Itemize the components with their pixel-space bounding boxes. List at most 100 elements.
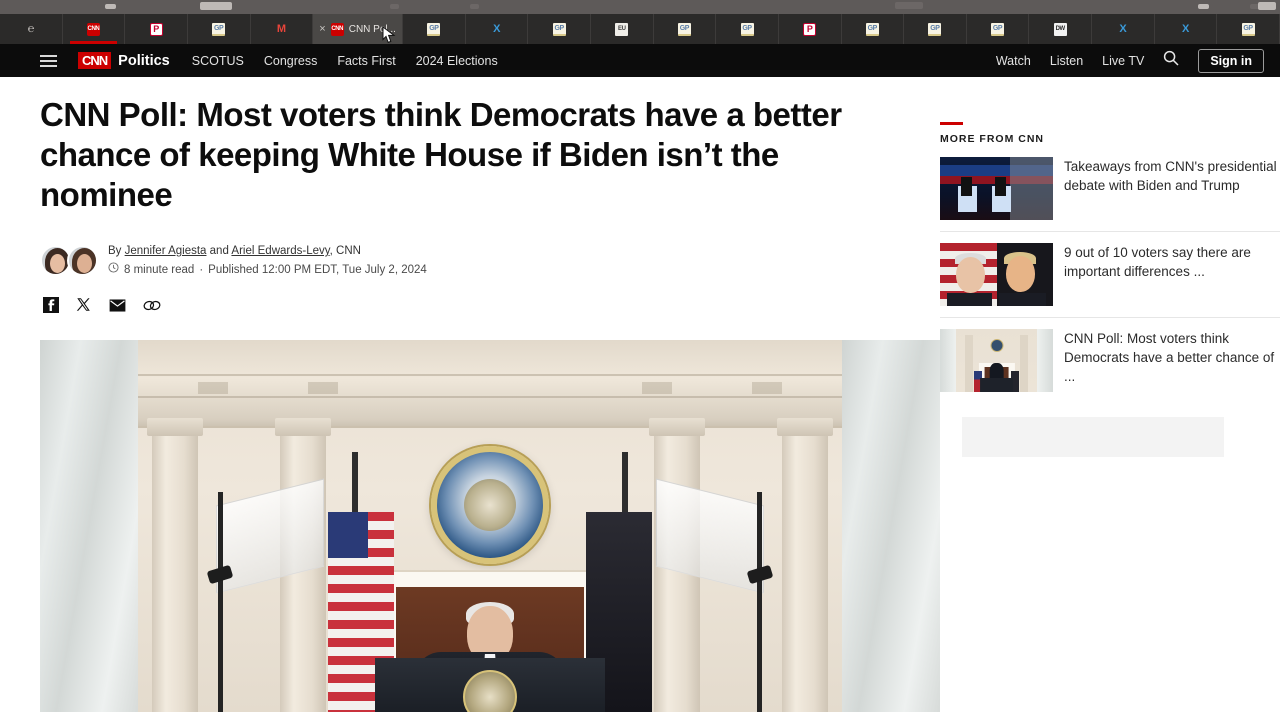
nav-item-congress[interactable]: Congress xyxy=(264,54,318,68)
sidebar-section-title: MORE FROM CNN xyxy=(940,133,1044,145)
document-icon: GP xyxy=(740,22,754,36)
nav-item-live-tv[interactable]: Live TV xyxy=(1102,54,1144,68)
tab-strip[interactable]: ℮ CNN P GP M × CNN CNN Pol... GP X GP EU GP GP P GP GP GP… xyxy=(0,14,1280,44)
toolbar-glyph xyxy=(200,2,232,10)
tab-title: CNN Pol... xyxy=(348,23,396,35)
nav-item-listen[interactable]: Listen xyxy=(1050,54,1083,68)
cnn-logo-link[interactable]: CNN Politics xyxy=(78,52,170,69)
more-from-cnn-item[interactable]: Takeaways from CNN's presidential debate… xyxy=(940,157,1280,231)
biden-podium-thumbnail xyxy=(940,329,1053,392)
byline-conjunction: and xyxy=(206,245,232,257)
hero-image xyxy=(40,340,940,712)
cnn-logo: CNN xyxy=(78,52,112,69)
x-twitter-icon: X xyxy=(1119,22,1127,35)
article-column: CNN Poll: Most voters think Democrats ha… xyxy=(0,95,940,720)
nav-item-facts-first[interactable]: Facts First xyxy=(337,54,395,68)
document-icon: GP xyxy=(677,22,691,36)
cnn-icon: CNN xyxy=(330,22,344,36)
x-twitter-icon: X xyxy=(493,22,501,35)
browser-tab[interactable]: GP xyxy=(904,14,967,44)
more-from-cnn-headline: Takeaways from CNN's presidential debate… xyxy=(1064,159,1277,193)
cnn-icon: CNN xyxy=(86,22,100,36)
section-accent-bar xyxy=(940,122,963,125)
email-icon[interactable] xyxy=(109,298,126,317)
more-from-cnn-headline: CNN Poll: Most voters think Democrats ha… xyxy=(1064,331,1275,384)
avatar xyxy=(67,245,98,276)
page-title: CNN Poll: Most voters think Democrats ha… xyxy=(40,96,842,213)
document-icon: GP xyxy=(212,22,226,36)
byline-block: By Jennifer Agiesta and Ariel Edwards-Le… xyxy=(108,243,427,278)
author-link-1[interactable]: Jennifer Agiesta xyxy=(125,245,207,257)
author-link-2[interactable]: Ariel Edwards-Levy xyxy=(231,245,329,257)
more-from-cnn-item[interactable]: 9 out of 10 voters say there are importa… xyxy=(940,231,1280,317)
edge-icon: ℮ xyxy=(27,22,35,35)
document-icon: GP xyxy=(427,22,441,36)
toolbar-glyph xyxy=(1198,4,1209,9)
close-icon[interactable]: × xyxy=(319,23,325,35)
presidential-seal xyxy=(431,446,549,564)
mediaite-icon: M xyxy=(276,22,286,35)
browser-tab[interactable]: P xyxy=(125,14,188,44)
browser-tab[interactable]: X xyxy=(465,14,529,44)
browser-toolbar-strip xyxy=(0,0,1280,14)
more-from-cnn-sidebar: MORE FROM CNN Takeaways from CNN's presi… xyxy=(940,95,1280,720)
byline-authors: By Jennifer Agiesta and Ariel Edwards-Le… xyxy=(108,243,427,259)
toolbar-glyph xyxy=(1258,2,1276,10)
browser-tab[interactable]: M xyxy=(250,14,314,44)
toolbar-glyph xyxy=(895,2,923,9)
browser-tab[interactable]: GP xyxy=(1217,14,1280,44)
politico-icon: P xyxy=(803,22,817,36)
nav-item-watch[interactable]: Watch xyxy=(996,54,1031,68)
dw-icon: DW xyxy=(1053,22,1067,36)
browser-tab[interactable]: X xyxy=(1092,14,1155,44)
eu-icon: EU xyxy=(615,22,629,36)
biden-trump-split-thumbnail xyxy=(940,243,1053,306)
browser-tab[interactable]: X xyxy=(1154,14,1218,44)
clock-icon xyxy=(108,262,119,278)
browser-tab[interactable]: GP xyxy=(403,14,466,44)
toolbar-glyph xyxy=(105,4,116,9)
browser-chrome: ℮ CNN P GP M × CNN CNN Pol... GP X GP EU GP GP P GP GP GP… xyxy=(0,0,1280,44)
nav-links: SCOTUS Congress Facts First 2024 Elections xyxy=(192,52,518,70)
more-from-cnn-headline: 9 out of 10 voters say there are importa… xyxy=(1064,245,1251,279)
browser-tab[interactable]: GP xyxy=(187,14,251,44)
browser-tab[interactable]: GP xyxy=(716,14,779,44)
document-icon: GP xyxy=(991,22,1005,36)
sign-in-button[interactable]: Sign in xyxy=(1198,48,1264,73)
hamburger-menu-icon[interactable] xyxy=(40,54,57,67)
browser-tab[interactable]: GP xyxy=(966,14,1030,44)
author-avatars xyxy=(40,245,98,276)
byline-prefix: By xyxy=(108,245,125,257)
byline: By Jennifer Agiesta and Ariel Edwards-Le… xyxy=(40,243,930,278)
browser-tab[interactable]: DW xyxy=(1029,14,1092,44)
politico-icon: P xyxy=(149,22,163,36)
document-icon: GP xyxy=(1241,22,1255,36)
x-twitter-icon[interactable] xyxy=(76,297,92,318)
document-icon: GP xyxy=(865,22,879,36)
link-icon[interactable] xyxy=(143,299,161,317)
article-meta: 8 minute read · Published 12:00 PM EDT, … xyxy=(108,262,427,278)
more-from-cnn-item[interactable]: CNN Poll: Most voters think Democrats ha… xyxy=(940,317,1280,403)
nav-section-title: Politics xyxy=(118,52,170,69)
document-icon: GP xyxy=(552,22,566,36)
nav-right-group: Watch Listen Live TV Sign in xyxy=(996,48,1264,73)
browser-tab[interactable]: CNN xyxy=(62,14,126,44)
browser-tab[interactable]: GP xyxy=(841,14,905,44)
x-twitter-icon: X xyxy=(1181,22,1189,35)
toolbar-glyph xyxy=(470,4,479,9)
browser-tab[interactable]: P xyxy=(778,14,842,44)
facebook-icon[interactable] xyxy=(43,297,59,318)
cnn-site-navigation: CNN Politics SCOTUS Congress Facts First 20… xyxy=(0,44,1280,77)
toolbar-glyph xyxy=(390,4,399,9)
browser-tab-active[interactable]: × CNN CNN Pol... xyxy=(313,14,404,44)
browser-tab[interactable]: GP xyxy=(528,14,591,44)
browser-tab[interactable]: EU xyxy=(591,14,654,44)
document-icon: GP xyxy=(928,22,942,36)
meta-separator: · xyxy=(199,264,204,276)
debate-stage-thumbnail xyxy=(940,157,1053,220)
nav-item-scotus[interactable]: SCOTUS xyxy=(192,54,244,68)
search-icon[interactable] xyxy=(1163,50,1179,71)
browser-tab[interactable]: GP xyxy=(653,14,717,44)
nav-item-2024-elections[interactable]: 2024 Elections xyxy=(416,54,498,68)
browser-tab[interactable]: ℮ xyxy=(0,14,63,44)
